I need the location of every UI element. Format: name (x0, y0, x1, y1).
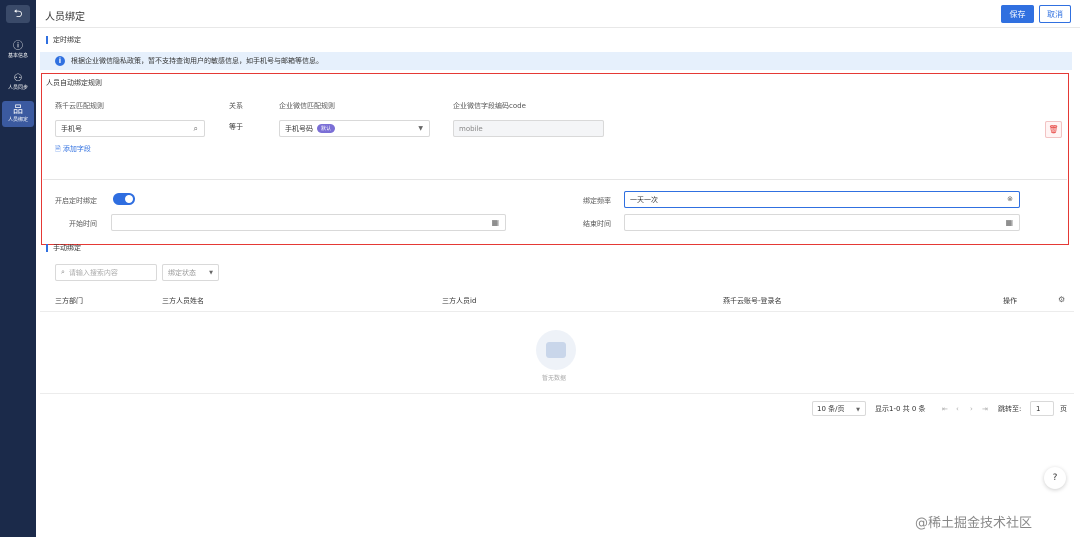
clear-icon[interactable]: ⊗ (1007, 195, 1013, 203)
page-jump-input[interactable]: 1 (1030, 401, 1054, 416)
end-time-picker[interactable]: ▦ (624, 214, 1020, 231)
sidebar-item-user-binding[interactable]: 品 人员绑定 (2, 101, 34, 127)
page-header: 人员绑定 (36, 0, 1080, 28)
empty-illustration (536, 330, 576, 370)
enable-toggle[interactable] (113, 193, 135, 205)
org-binding-icon: 品 (13, 104, 23, 116)
save-button[interactable]: 保存 (1001, 5, 1034, 23)
trash-icon: 🗑 (1048, 125, 1059, 134)
page-size-select[interactable]: 10 条/页 ▼ (812, 401, 866, 416)
add-file-icon: 🗎 (55, 145, 61, 153)
section-title-scheduled: 定时绑定 (46, 36, 81, 44)
wecom-code-field: mobile (453, 120, 604, 137)
empty-text: 暂无数据 (542, 375, 567, 382)
table-header: 三方部门 三方人员姓名 三方人员id 燕千云账号-登录名 操作 ⚙ (40, 288, 1074, 312)
delete-rule-button[interactable]: 🗑 (1045, 121, 1062, 138)
relation-header: 关系 (229, 102, 243, 110)
start-time-label: 开始时间 (69, 220, 97, 228)
calendar-icon: ▦ (491, 218, 499, 227)
search-input[interactable]: ⌕ 请输入搜索内容 (55, 264, 157, 281)
last-page-icon[interactable]: ⇥ (982, 402, 988, 416)
privacy-notice: i 根据企业微信隐私政策，暂不支持查询用户的敏感信息，如手机号与邮箱等信息。 (40, 52, 1072, 70)
site-credit: @稀土掘金技术社区 (915, 516, 1033, 531)
first-page-icon[interactable]: ⇤ (942, 402, 948, 416)
match-rule-header: 燕千云匹配规则 (55, 102, 104, 110)
wecom-code-header: 企业微信字段编码code (453, 102, 526, 110)
match-rule-select[interactable]: 手机号 ⌕ (55, 120, 205, 137)
relation-value: 等于 (229, 123, 243, 131)
column-header: 操作 (1003, 297, 1017, 305)
search-icon: ⌕ (193, 124, 198, 133)
enable-label: 开启定时绑定 (55, 197, 97, 205)
column-header: 三方人员姓名 (162, 297, 204, 305)
question-icon: ? (1052, 473, 1058, 483)
column-header: 三方人员id (442, 297, 477, 305)
binding-status-select[interactable]: 绑定状态 ▼ (162, 264, 219, 281)
page-unit: 页 (1060, 405, 1067, 413)
start-time-picker[interactable]: ▦ (111, 214, 506, 231)
jump-label: 跳转至: (998, 405, 1022, 413)
sidebar-item-basic-info[interactable]: ⓘ 基本信息 (2, 37, 34, 63)
search-icon: ⌕ (61, 268, 65, 276)
divider (43, 179, 1067, 180)
end-time-label: 结束时间 (583, 220, 611, 228)
prev-page-icon[interactable]: ‹ (956, 402, 959, 416)
add-field-link[interactable]: 🗎 添加字段 (55, 144, 91, 156)
table-bottom-border (40, 393, 1074, 394)
info-circle-icon: ⓘ (13, 40, 23, 52)
frequency-select[interactable]: 一天一次 ⊗ (624, 191, 1020, 208)
rule-title: 人员自动绑定规则 (46, 79, 102, 87)
next-page-icon[interactable]: › (970, 402, 973, 416)
undo-arrow-icon: ⮌ (13, 6, 23, 20)
sidebar: ⮌ ⓘ 基本信息 ⚇ 人员同步 品 人员绑定 (0, 0, 36, 537)
notice-text: 根据企业微信隐私政策，暂不支持查询用户的敏感信息，如手机号与邮箱等信息。 (71, 57, 323, 65)
column-header: 燕千云账号-登录名 (723, 297, 782, 305)
empty-box-icon (546, 342, 566, 358)
info-icon: i (55, 56, 65, 66)
wecom-rule-header: 企业微信匹配规则 (279, 102, 335, 110)
calendar-icon: ▦ (1005, 218, 1013, 227)
caret-down-icon: ▼ (418, 125, 423, 132)
section-title-manual: 手动绑定 (46, 244, 81, 252)
frequency-label: 绑定频率 (583, 197, 611, 205)
wecom-rule-select[interactable]: 手机号码 默认 ▼ (279, 120, 430, 137)
user-sync-icon: ⚇ (13, 72, 23, 84)
help-button[interactable]: ? (1044, 467, 1066, 489)
back-button[interactable]: ⮌ (6, 5, 30, 23)
page-title: 人员绑定 (45, 12, 85, 23)
caret-down-icon: ▼ (856, 407, 860, 413)
cancel-button[interactable]: 取消 (1039, 5, 1071, 23)
caret-down-icon: ▼ (209, 270, 213, 276)
toggle-knob (125, 195, 133, 203)
settings-gear-icon[interactable]: ⚙ (1058, 295, 1065, 304)
sidebar-item-user-sync[interactable]: ⚇ 人员同步 (2, 69, 34, 95)
default-tag: 默认 (317, 124, 336, 133)
pagination-summary: 显示1-0 共 0 条 (875, 405, 926, 413)
column-header: 三方部门 (55, 297, 83, 305)
